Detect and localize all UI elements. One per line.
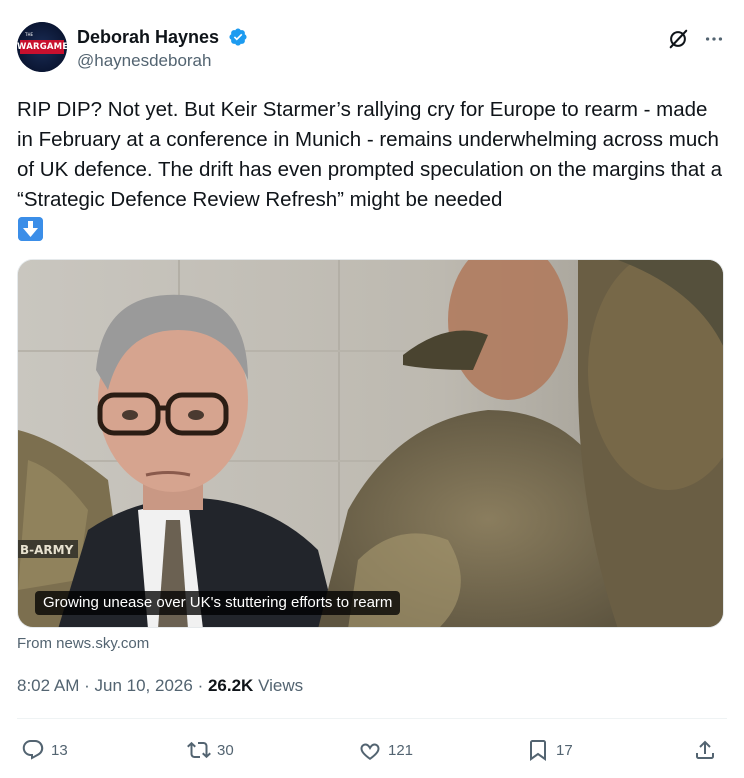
repost-button[interactable]: 30 xyxy=(187,733,234,767)
news-photo: B-ARMY xyxy=(18,260,723,627)
avatar-logo-text: WARGAME xyxy=(17,42,67,52)
avatar-small-text: THE xyxy=(25,32,33,37)
bookmark-icon xyxy=(530,740,546,761)
repost-count: 30 xyxy=(217,741,234,759)
like-count: 121 xyxy=(388,741,414,759)
link-card-image[interactable]: B-ARMY Growing unease over UK's stutteri… xyxy=(17,259,724,628)
tweet-text: RIP DIP? Not yet. But Keir Starmer’s ral… xyxy=(17,98,728,211)
reply-icon xyxy=(22,740,44,760)
share-icon xyxy=(696,740,714,759)
heart-icon xyxy=(360,743,380,760)
meta-separator: · xyxy=(197,676,204,695)
views-label: Views xyxy=(258,676,304,695)
author-block: Deborah Haynes @haynesdeborah xyxy=(77,26,248,72)
tweet-header: THE WARGAME Deborah Haynes @haynesdebora… xyxy=(17,22,727,78)
more-options-icon[interactable] xyxy=(703,28,725,50)
repost-icon xyxy=(187,741,211,759)
tweet-meta: 8:02 AM · Jun 10, 2026 · 26.2K Views xyxy=(17,676,303,696)
card-caption: Growing unease over UK's stuttering effo… xyxy=(35,591,401,615)
like-button[interactable]: 121 xyxy=(358,733,413,767)
verified-badge-icon[interactable] xyxy=(228,27,248,47)
views-count: 26.2K xyxy=(207,676,254,695)
army-patch-text: B-ARMY xyxy=(20,543,74,557)
reply-button[interactable]: 13 xyxy=(21,733,68,767)
action-bar: 13 30 121 17 xyxy=(17,733,727,767)
grok-icon[interactable] xyxy=(667,28,689,50)
tweet-time[interactable]: 8:02 AM xyxy=(17,676,79,695)
divider xyxy=(17,718,727,719)
bookmark-count: 17 xyxy=(556,741,573,759)
reply-count: 13 xyxy=(51,741,68,759)
share-button[interactable] xyxy=(693,733,717,767)
avatar[interactable]: THE WARGAME xyxy=(17,22,67,72)
bookmark-button[interactable]: 17 xyxy=(526,733,573,767)
meta-separator: · xyxy=(84,676,90,695)
tweet-date[interactable]: Jun 10, 2026 xyxy=(95,676,193,695)
card-source-link[interactable]: From news.sky.com xyxy=(17,635,149,652)
handle[interactable]: @haynesdeborah xyxy=(77,50,248,72)
down-arrow-emoji-icon xyxy=(18,217,43,241)
display-name[interactable]: Deborah Haynes xyxy=(77,26,219,48)
